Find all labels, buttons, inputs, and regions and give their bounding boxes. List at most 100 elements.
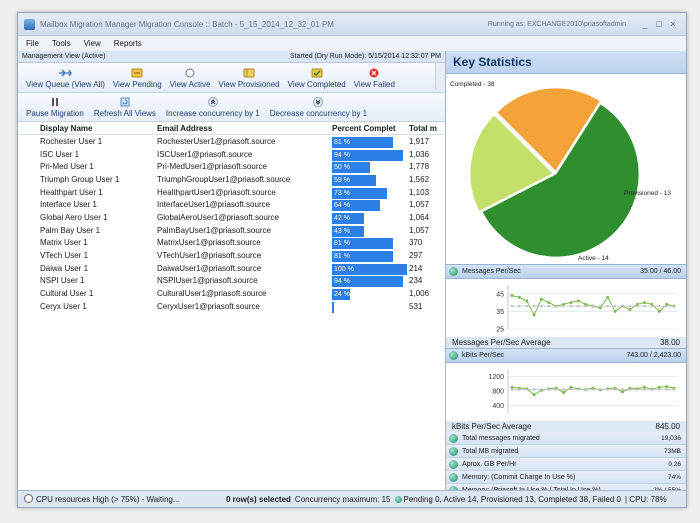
- column-total[interactable]: Total m: [409, 124, 445, 133]
- data-point: [562, 390, 566, 394]
- key-statistics-pane: Key Statistics Completed - 38 Provisione…: [446, 51, 686, 497]
- list-arrows-icon: [58, 68, 73, 78]
- average-point: [554, 304, 558, 308]
- increase-concurrency-button[interactable]: Increase concurrency by 1: [166, 97, 260, 118]
- average-point: [547, 388, 551, 391]
- cell-percent: 59 %: [332, 174, 409, 186]
- management-view-pane: Management View (Active) Started (Dry Ru…: [18, 51, 446, 490]
- stat-value: 73MB: [664, 447, 681, 455]
- toolbar-scroll[interactable]: [435, 63, 445, 89]
- kbits-per-sec-value: 743.00 / 2,423.00: [626, 352, 682, 359]
- average-point: [672, 304, 676, 308]
- cell-percent: 81 %: [332, 251, 409, 263]
- app-icon: [24, 18, 35, 30]
- average-point: [554, 388, 558, 391]
- data-point: [628, 308, 632, 312]
- cell-total: 531: [409, 301, 423, 311]
- maximize-button[interactable]: □: [652, 19, 666, 29]
- menu-tools[interactable]: Tools: [52, 39, 71, 48]
- cell-display-name: Ceryx User 1: [40, 301, 87, 311]
- title-bar: Mailbox Migration Manager Migration Cons…: [18, 13, 686, 36]
- y-tick-label: 400: [492, 403, 504, 410]
- average-point: [562, 304, 565, 308]
- cell-email: ISCUser1@priasoft.source: [157, 149, 253, 159]
- started-label: Started (Dry Run Mode): 5/15/2014 12:32:…: [290, 53, 441, 60]
- radio-icon: [24, 494, 33, 503]
- cell-email: DaiwaUser1@priasoft.source: [157, 263, 262, 273]
- average-point: [665, 304, 668, 308]
- pie-label-provisioned: Provisioned - 13: [624, 190, 671, 197]
- table-row[interactable]: NSPI User 1 NSPIUser1@priasoft.source 94 %…: [18, 275, 445, 288]
- table-row[interactable]: VTech User 1 VTechUser1@priasoft.source 81…: [18, 249, 445, 263]
- refresh-all-views-button[interactable]: Refresh All Views: [94, 97, 156, 118]
- cell-percent: 81 %: [332, 238, 409, 250]
- minimize-button[interactable]: _: [638, 19, 652, 29]
- cell-total: 1,057: [409, 225, 430, 235]
- messages-per-sec-header: Messages Per/Sec 35.00 / 46.00: [446, 264, 686, 279]
- average-point: [569, 304, 573, 308]
- column-percent-complete[interactable]: Percent Complet: [332, 124, 409, 133]
- status-bar: CPU resources High (> 75%) - Waiting... …: [18, 490, 686, 507]
- menu-view[interactable]: View: [84, 39, 101, 48]
- view-provisioned-button[interactable]: View Provisioned: [218, 68, 280, 89]
- table-row[interactable]: Rochester User 1 RochesterUser1@priasoft.…: [18, 135, 445, 148]
- stat-value: 0.26: [668, 460, 681, 468]
- grid-header: Display Name Email Address Percent Compl…: [18, 122, 445, 135]
- kbits-average-row: kBits Per/Sec Average 845.00: [446, 421, 686, 432]
- view-pending-button[interactable]: View Pending: [113, 68, 162, 89]
- running-as-label: Running as: EXCHANGE2010\priasoftadmin: [487, 20, 626, 28]
- data-point: [547, 301, 551, 305]
- average-point: [599, 388, 602, 391]
- management-view-bar: Management View (Active) Started (Dry Ru…: [18, 51, 445, 63]
- cell-percent: 73 %: [332, 187, 409, 199]
- key-statistics-title: Key Statistics: [446, 51, 686, 74]
- table-row[interactable]: Global Aero User 1 GlobalAeroUser1@priaso…: [18, 211, 445, 224]
- table-row[interactable]: Healthpart User 1 HealthpartUser1@priasof…: [18, 186, 445, 199]
- average-point: [577, 388, 580, 391]
- stat-row: Aprox. GB Per/Hr 0.26: [446, 458, 686, 471]
- view-queue-button[interactable]: View Queue (View All): [26, 68, 105, 89]
- gauge-icon: [449, 433, 458, 443]
- stat-row: Memory: (Commit Charge In Use %) 74%: [446, 471, 686, 484]
- kbits-average-value: 845.00: [655, 422, 680, 431]
- table-row[interactable]: Cultural User 1 CulturalUser1@priasoft.so…: [18, 287, 445, 301]
- cell-display-name: VTech User 1: [40, 251, 89, 261]
- cell-display-name: Pri-Med User 1: [40, 162, 94, 172]
- y-tick-label: 800: [492, 389, 504, 396]
- menu-file[interactable]: File: [26, 39, 39, 48]
- pause-migration-button[interactable]: Pause Migration: [26, 97, 84, 118]
- table-row[interactable]: Pri-Med User 1 Pri-MedUser1@priasoft.sour…: [18, 160, 445, 174]
- table-row[interactable]: Triumph Group User 1 TriumphGroupUser1@pr…: [18, 173, 445, 186]
- data-point: [576, 299, 580, 303]
- data-point: [606, 295, 610, 299]
- average-point: [525, 304, 528, 308]
- cell-email: HealthpartUser1@priasoft.source: [157, 187, 276, 197]
- table-row[interactable]: ISC User 1 ISCUser1@priasoft.source 94 % 1,…: [18, 148, 445, 161]
- y-tick-label: 1200: [488, 374, 504, 381]
- decrease-concurrency-button[interactable]: Decrease concurrency by 1: [270, 97, 367, 118]
- view-active-button[interactable]: View Active: [170, 68, 210, 89]
- cell-email: PalmBayUser1@priasoft.source: [157, 225, 271, 235]
- table-row[interactable]: Interface User 1 InterfaceUser1@priasoft.…: [18, 198, 445, 212]
- cell-total: 297: [409, 251, 423, 261]
- y-tick-label: 35: [496, 309, 504, 316]
- management-view-label: Management View (Active): [22, 53, 106, 60]
- view-completed-button[interactable]: View Completed: [288, 68, 346, 89]
- table-row[interactable]: Palm Bay User 1 PalmBayUser1@priasoft.sou…: [18, 224, 445, 237]
- average-point: [569, 388, 573, 391]
- menu-reports[interactable]: Reports: [114, 39, 142, 48]
- provisioned-icon: [243, 68, 255, 78]
- column-email-address[interactable]: Email Address: [157, 124, 332, 133]
- average-point: [628, 304, 632, 308]
- table-row[interactable]: Matrix User 1 MatrixUser1@priasoft.source…: [18, 237, 445, 250]
- cell-percent: 100 %: [332, 263, 409, 275]
- close-button[interactable]: ×: [666, 19, 680, 29]
- column-display-name[interactable]: Display Name: [40, 124, 157, 133]
- application-window: Mailbox Migration Manager Migration Cons…: [17, 12, 687, 508]
- average-point: [532, 388, 536, 391]
- table-row[interactable]: Ceryx User 1 CeryxUser1@priasoft.source 3 …: [18, 300, 445, 313]
- table-row[interactable]: Daiwa User 1 DaiwaUser1@priasoft.source 10…: [18, 262, 445, 275]
- average-point: [510, 388, 514, 391]
- view-failed-button[interactable]: View Failed: [354, 68, 395, 89]
- grid-body: Rochester User 1 RochesterUser1@priasoft.…: [18, 135, 445, 313]
